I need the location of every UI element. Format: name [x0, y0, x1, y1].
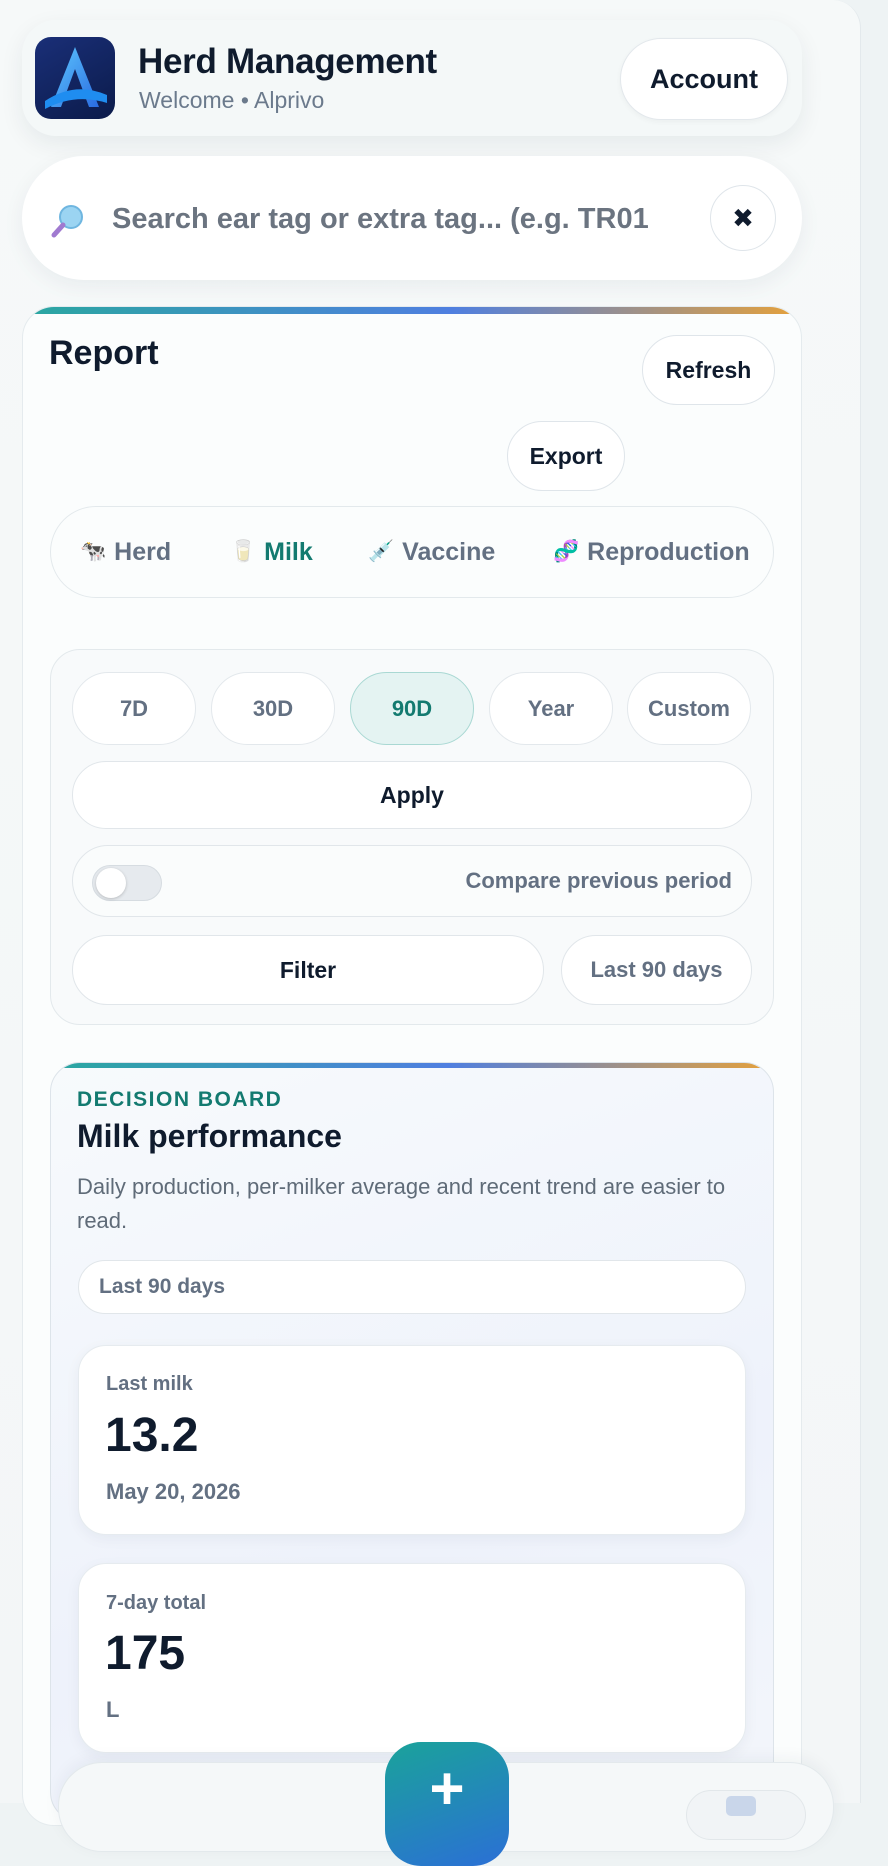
report-title: Report — [49, 334, 159, 372]
board-accent-bar — [51, 1063, 773, 1068]
tab-herd-label: Herd — [114, 537, 172, 566]
search-icon — [48, 200, 88, 240]
page-title: Herd Management — [138, 42, 437, 81]
period-custom-button[interactable]: Custom — [627, 672, 751, 745]
account-button[interactable]: Account — [620, 38, 788, 120]
compare-label: Compare previous period — [465, 868, 732, 893]
clear-search-button[interactable]: ✖ — [710, 185, 776, 251]
stat-label: 7-day total — [106, 1592, 207, 1614]
export-button[interactable]: Export — [507, 421, 625, 491]
app-logo-icon — [35, 37, 115, 119]
search-input[interactable] — [112, 196, 697, 242]
period-90d-button[interactable]: 90D — [350, 672, 474, 745]
tab-reproduction-label: Reproduction — [587, 537, 750, 566]
refresh-button[interactable]: Refresh — [642, 335, 775, 405]
report-accent-bar — [23, 307, 801, 314]
board-eyebrow: DECISION BOARD — [77, 1088, 283, 1111]
period-year-button[interactable]: Year — [489, 672, 613, 745]
tab-milk-label: Milk — [264, 537, 313, 566]
tab-vaccine-label: Vaccine — [402, 537, 496, 566]
stat-sub: L — [106, 1697, 120, 1722]
tab-herd[interactable]: 🐄 Herd — [80, 506, 171, 598]
board-description: Daily production, per-milker average and… — [77, 1174, 726, 1233]
milk-glass-icon: 🥛 — [230, 540, 257, 563]
range-button[interactable]: Last 90 days — [561, 935, 752, 1005]
stat-value: 175 — [105, 1627, 186, 1680]
stat-value: 13.2 — [105, 1409, 199, 1462]
tab-milk[interactable]: 🥛 Milk — [230, 506, 313, 598]
stat-label: Last milk — [106, 1373, 193, 1395]
welcome-subtitle: Welcome • Alprivo — [139, 87, 325, 113]
compare-toggle-knob[interactable] — [96, 868, 126, 898]
board-title: Milk performance — [77, 1118, 342, 1154]
cow-icon: 🐄 — [80, 540, 107, 563]
add-fab-button[interactable]: + — [385, 1742, 509, 1866]
period-30d-button[interactable]: 30D — [211, 672, 335, 745]
tab-reproduction[interactable]: 🧬 Reproduction — [553, 506, 750, 598]
board-range-chip: Last 90 days — [78, 1260, 746, 1314]
filter-button[interactable]: Filter — [72, 935, 544, 1005]
period-7d-button[interactable]: 7D — [72, 672, 196, 745]
book-icon — [726, 1796, 756, 1816]
stat-sub: May 20, 2026 — [106, 1479, 241, 1504]
tab-vaccine[interactable]: 💉 Vaccine — [368, 506, 495, 598]
syringe-icon: 💉 — [368, 540, 395, 563]
apply-button[interactable]: Apply — [72, 761, 752, 829]
dna-icon: 🧬 — [553, 540, 580, 563]
